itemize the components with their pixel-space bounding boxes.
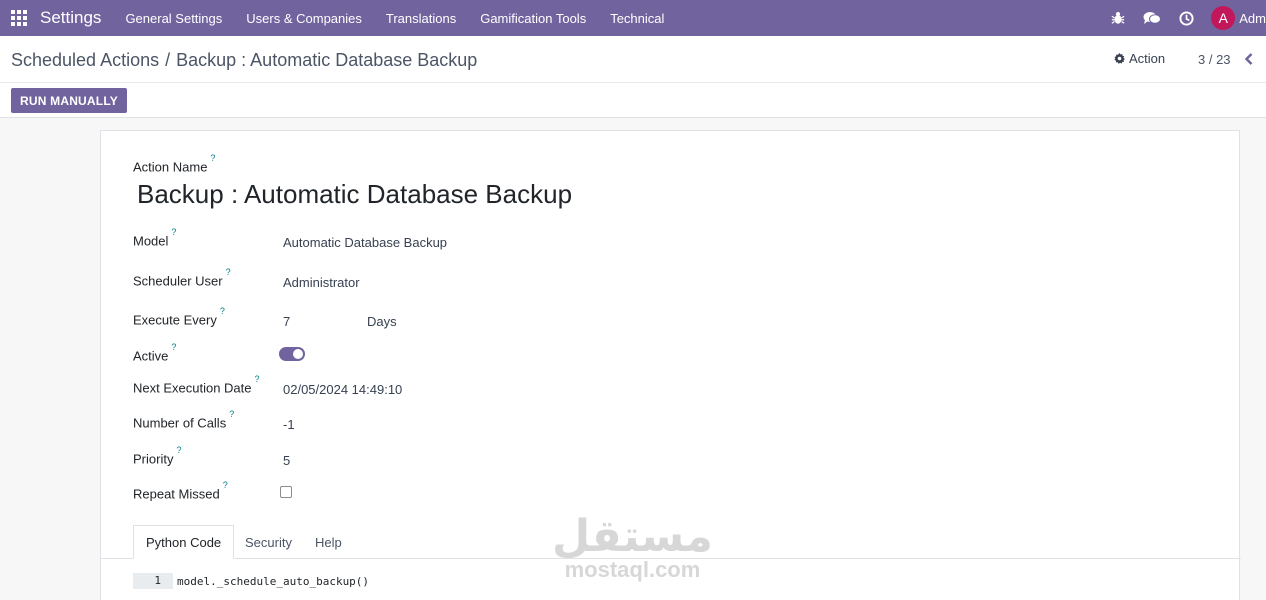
help-tooltip-icon[interactable]: ? bbox=[171, 227, 176, 237]
repeat-missed-label: Repeat Missed? bbox=[133, 480, 228, 502]
code-editor[interactable]: 1 model._schedule_auto_backup() bbox=[133, 573, 369, 589]
scheduler-user-label: Scheduler User? bbox=[133, 267, 231, 289]
action-name-field[interactable]: Backup : Automatic Database Backup bbox=[137, 179, 572, 210]
user-name[interactable]: Adm bbox=[1239, 11, 1266, 26]
activity-button[interactable] bbox=[1169, 0, 1203, 36]
number-of-calls-label: Number of Calls? bbox=[133, 409, 235, 431]
chat-icon bbox=[1143, 12, 1162, 24]
gear-icon bbox=[1114, 53, 1125, 64]
repeat-missed-checkbox[interactable] bbox=[280, 486, 292, 498]
run-manually-button[interactable]: RUN MANUALLY bbox=[11, 88, 127, 113]
help-tooltip-icon[interactable]: ? bbox=[220, 306, 225, 316]
number-of-calls-field[interactable]: -1 bbox=[283, 417, 295, 432]
menu-gamification-tools[interactable]: Gamification Tools bbox=[468, 0, 598, 36]
menu-users-companies[interactable]: Users & Companies bbox=[234, 0, 374, 36]
watermark: مستقل mostaql.com bbox=[552, 515, 713, 581]
code-text[interactable]: model._schedule_auto_backup() bbox=[177, 575, 369, 588]
next-execution-date-field[interactable]: 02/05/2024 14:49:10 bbox=[283, 382, 402, 397]
next-execution-date-label: Next Execution Date? bbox=[133, 374, 260, 396]
watermark-latin: mostaql.com bbox=[564, 557, 701, 582]
interval-unit-select[interactable]: Days bbox=[367, 314, 397, 329]
tab-security[interactable]: Security bbox=[245, 525, 292, 559]
help-tooltip-icon[interactable]: ? bbox=[176, 445, 181, 455]
pager-previous-button[interactable] bbox=[1242, 50, 1256, 68]
execute-every-label: Execute Every? bbox=[133, 306, 225, 328]
avatar[interactable]: A bbox=[1211, 6, 1236, 30]
top-navbar: Settings General Settings Users & Compan… bbox=[0, 0, 1266, 36]
breadcrumb-separator: / bbox=[165, 50, 171, 70]
active-label: Active? bbox=[133, 342, 177, 364]
control-panel: Scheduled Actions / Backup : Automatic D… bbox=[0, 36, 1266, 118]
active-toggle[interactable] bbox=[279, 347, 305, 361]
priority-field[interactable]: 5 bbox=[283, 453, 290, 468]
apps-grid-icon bbox=[11, 10, 27, 26]
model-field[interactable]: Automatic Database Backup bbox=[283, 235, 447, 250]
debug-button[interactable] bbox=[1101, 0, 1135, 36]
line-number: 1 bbox=[133, 573, 173, 589]
help-tooltip-icon[interactable]: ? bbox=[210, 153, 215, 163]
tab-help[interactable]: Help bbox=[315, 525, 342, 559]
app-brand[interactable]: Settings bbox=[38, 8, 113, 28]
breadcrumb-current: Backup : Automatic Database Backup bbox=[176, 50, 478, 70]
help-tooltip-icon[interactable]: ? bbox=[226, 267, 231, 277]
action-name-label: Action Name? bbox=[133, 153, 216, 175]
tab-python-code[interactable]: Python Code bbox=[133, 525, 235, 559]
action-menu-button[interactable]: Action bbox=[1114, 51, 1165, 66]
messaging-button[interactable] bbox=[1135, 0, 1169, 36]
breadcrumb: Scheduled Actions / Backup : Automatic D… bbox=[11, 50, 477, 71]
interval-number-field[interactable]: 7 bbox=[283, 314, 290, 329]
apps-menu-button[interactable] bbox=[0, 0, 38, 36]
help-tooltip-icon[interactable]: ? bbox=[255, 374, 260, 384]
help-tooltip-icon[interactable]: ? bbox=[171, 342, 176, 352]
action-menu-label: Action bbox=[1129, 51, 1166, 66]
help-tooltip-icon[interactable]: ? bbox=[229, 409, 234, 419]
bug-icon bbox=[1111, 11, 1125, 24]
watermark-arabic: مستقل bbox=[552, 511, 713, 562]
pager-value[interactable]: 3 / 23 bbox=[1198, 52, 1231, 67]
scheduler-user-field[interactable]: Administrator bbox=[283, 275, 360, 290]
model-label: Model? bbox=[133, 227, 177, 249]
help-tooltip-icon[interactable]: ? bbox=[223, 480, 228, 490]
menu-general-settings[interactable]: General Settings bbox=[113, 0, 234, 36]
clock-icon bbox=[1179, 10, 1194, 26]
chevron-left-icon bbox=[1245, 53, 1253, 65]
priority-label: Priority? bbox=[133, 445, 182, 467]
breadcrumb-parent[interactable]: Scheduled Actions bbox=[11, 50, 159, 71]
control-panel-divider bbox=[0, 82, 1266, 83]
menu-translations[interactable]: Translations bbox=[374, 0, 468, 36]
menu-technical[interactable]: Technical bbox=[598, 0, 676, 36]
